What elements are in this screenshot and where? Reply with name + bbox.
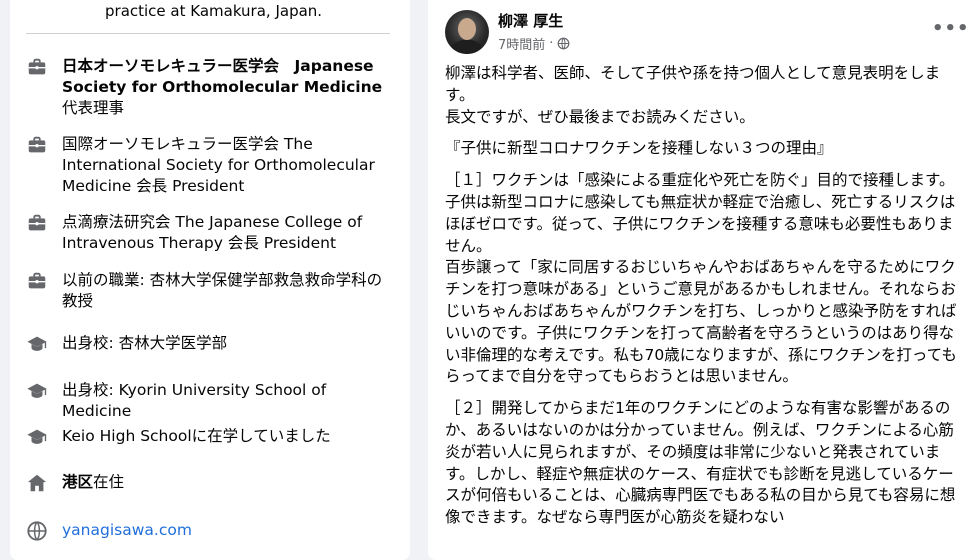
intro-item-text: 出身校: 杏林大学医学部 (62, 333, 392, 354)
intro-item-text: 出身校: Kyorin University School of Medicin… (62, 380, 392, 422)
post-paragraph: 柳澤は科学者、医師、そして子供や孫を持つ個人として意見表明をします。 長文ですが、… (445, 64, 941, 126)
home-icon (26, 472, 50, 496)
intro-item-detail: Keio High Schoolに在学していました (62, 427, 331, 445)
post-author-name[interactable]: 柳澤 厚生 (498, 10, 563, 31)
briefcase-icon (26, 270, 50, 294)
intro-item-detail: 点滴療法研究会 The Japanese College of Intraven… (62, 213, 363, 252)
post-paragraph: ［１］ワクチンは「感染による重症化や死亡を防ぐ」目的で接種します。子供は新型コロ… (445, 171, 957, 386)
website-link[interactable]: yanagisawa.com (62, 521, 192, 539)
intro-bio-tail: practice at Kamakura, Japan. (105, 2, 323, 20)
graduation-cap-icon (26, 380, 50, 404)
intro-divider (26, 33, 390, 34)
post-timestamp[interactable]: 7時間前 (498, 34, 545, 53)
graduation-cap-icon (26, 426, 50, 450)
intro-item-text: yanagisawa.com (62, 520, 392, 541)
intro-item-detail: 出身校: Kyorin University School of Medicin… (62, 381, 327, 420)
globe-icon (26, 520, 50, 544)
intro-item-text: 以前の職業: 杏林大学保健学部救急救命学科の教授 (62, 270, 392, 312)
more-options-button[interactable]: ••• (932, 18, 970, 39)
graduation-cap-icon (26, 333, 50, 357)
intro-item-detail: 代表理事 (62, 99, 125, 117)
intro-item-text: 点滴療法研究会 The Japanese College of Intraven… (62, 212, 392, 254)
intro-item-text: 国際オーソモレキュラー医学会 The International Society… (62, 134, 392, 197)
post-meta: 7時間前 · (498, 34, 570, 53)
post-paragraph: 『子供に新型コロナワクチンを接種しない３つの理由』 (445, 139, 833, 158)
post-paragraph: ［２］開発してからまだ1年のワクチンにどのような有害な影響があるのか、あるいはな… (445, 399, 956, 527)
intro-item-text: 日本オーソモレキュラー医学会 Japanese Society for Orth… (62, 56, 392, 119)
post-body: 柳澤は科学者、医師、そして子供や孫を持つ個人として意見表明をします。 長文ですが、… (445, 63, 965, 539)
intro-item-bold: 日本オーソモレキュラー医学会 Japanese Society for Orth… (62, 57, 383, 96)
public-globe-icon (558, 37, 570, 50)
intro-item-detail: 出身校: 杏林大学医学部 (62, 334, 228, 352)
meta-separator: · (549, 36, 554, 51)
intro-item-text: Keio High Schoolに在学していました (62, 426, 392, 447)
intro-item-detail: 以前の職業: 杏林大学保健学部救急救命学科の教授 (62, 271, 383, 310)
intro-item-bold: 港区 (62, 473, 94, 491)
briefcase-icon (26, 56, 50, 80)
intro-item-text: 港区在住 (62, 472, 392, 493)
avatar[interactable] (445, 10, 489, 54)
intro-item-detail: 国際オーソモレキュラー医学会 The International Society… (62, 135, 375, 195)
briefcase-icon (26, 134, 50, 158)
briefcase-icon (26, 212, 50, 236)
intro-item-detail: 在住 (93, 473, 125, 491)
